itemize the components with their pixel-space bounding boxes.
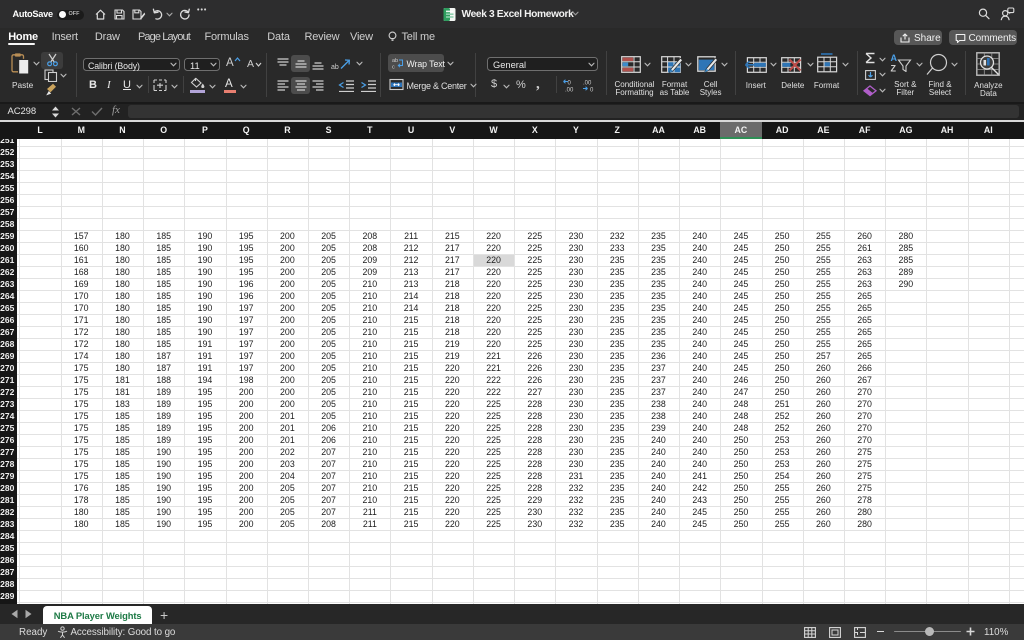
svg-text:c: c xyxy=(392,65,395,70)
svg-text:0: 0 xyxy=(590,88,594,93)
svg-text:ab: ab xyxy=(331,64,339,71)
svg-text:A: A xyxy=(891,53,898,63)
svg-text:.00: .00 xyxy=(583,81,592,87)
svg-text:0: 0 xyxy=(568,81,572,87)
svg-text:Z: Z xyxy=(891,64,897,73)
svg-text:ab: ab xyxy=(392,58,398,64)
svg-text:.00: .00 xyxy=(565,88,574,93)
